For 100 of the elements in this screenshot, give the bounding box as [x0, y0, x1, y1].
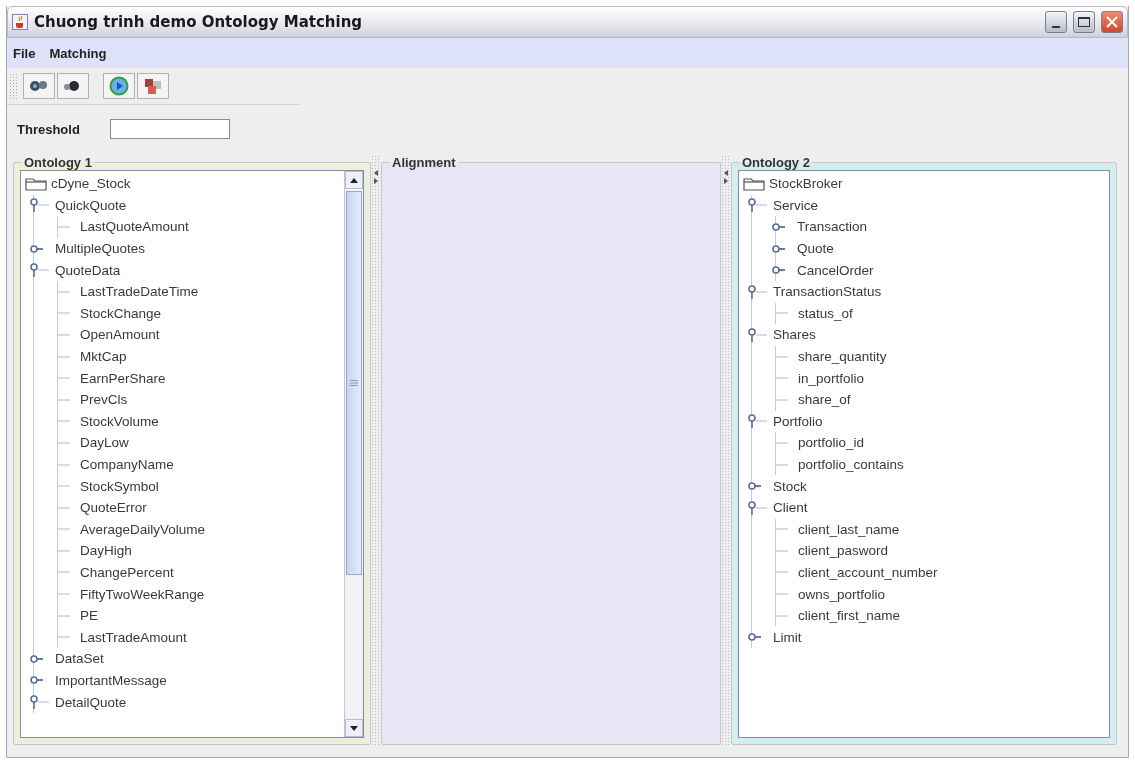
tree-item[interactable]: DayLow: [80, 435, 129, 451]
tree-connector-icon: [58, 333, 70, 336]
tree-item[interactable]: client_first_name: [798, 608, 901, 624]
up-arrow-icon: [350, 177, 358, 183]
tree-connector-icon: [58, 549, 70, 552]
expanded-handle-icon[interactable]: [747, 327, 769, 342]
tree-connector-icon: [58, 398, 70, 401]
tree-connector-icon: [58, 614, 70, 617]
tree-item[interactable]: share_of: [798, 392, 851, 408]
tree-item[interactable]: MultipleQuotes: [55, 241, 146, 257]
tree-item[interactable]: Shares: [773, 327, 816, 343]
tree-item[interactable]: Quote: [797, 241, 834, 257]
tree-item[interactable]: client_account_number: [798, 565, 938, 580]
toolbar-button[interactable]: [23, 73, 55, 99]
threshold-label: Threshold: [17, 121, 80, 137]
tree-item[interactable]: AverageDailyVolume: [80, 521, 206, 537]
tree-item[interactable]: DayHigh: [80, 543, 132, 559]
tree-item[interactable]: Service: [773, 197, 818, 213]
tree-connector-icon: [776, 593, 788, 596]
tree-item[interactable]: CompanyName: [80, 457, 174, 472]
tree-item[interactable]: ChangePercent: [80, 565, 174, 580]
folder-icon: [25, 176, 47, 191]
grip-icon: [350, 380, 358, 386]
expanded-handle-icon[interactable]: [29, 695, 51, 710]
tree-connector-icon: [58, 312, 70, 315]
toolbar-button[interactable]: [57, 73, 89, 99]
tree-item[interactable]: CancelOrder: [797, 262, 874, 278]
minimize-icon: [1052, 26, 1060, 28]
scroll-up-button[interactable]: [345, 171, 363, 189]
tree-item[interactable]: in_portfolio: [798, 370, 865, 386]
tree-item[interactable]: DataSet: [55, 651, 104, 667]
tree-connector-icon: [776, 377, 788, 380]
tree-item[interactable]: TransactionStatus: [773, 284, 882, 300]
tree-item[interactable]: StockSymbol: [80, 478, 159, 494]
tree-item[interactable]: QuoteData: [55, 262, 121, 278]
tree-connector-icon: [776, 398, 788, 401]
tree-item[interactable]: portfolio_contains: [798, 457, 904, 472]
run-button[interactable]: [103, 73, 135, 99]
tree-item[interactable]: StockBroker: [769, 176, 843, 192]
menu-item[interactable]: File: [13, 45, 36, 61]
tree-connector-icon: [58, 506, 70, 509]
close-button[interactable]: [1101, 11, 1123, 33]
toolbar-button[interactable]: [137, 73, 169, 99]
tree-connector-icon: [58, 441, 70, 444]
panel-title: Ontology 1: [23, 155, 93, 170]
tree-connector-icon: [776, 355, 788, 358]
tree-connector-icon: [58, 636, 70, 639]
down-arrow-icon: [350, 725, 358, 731]
tree-item[interactable]: FiftyTwoWeekRange: [80, 586, 205, 602]
tree-item[interactable]: OpenAmount: [80, 327, 160, 343]
maximize-button[interactable]: [1073, 11, 1095, 33]
tree-item[interactable]: share_quantity: [798, 349, 887, 365]
tree-item[interactable]: QuickQuote: [55, 197, 127, 213]
tree-item[interactable]: EarnPerShare: [80, 370, 166, 386]
panel-title: Alignment: [391, 155, 457, 170]
tree-item[interactable]: client_pasword: [798, 543, 889, 559]
tree-connector-icon: [776, 312, 788, 315]
tree-item[interactable]: owns_portfolio: [798, 586, 886, 602]
menu-item[interactable]: Matching: [49, 45, 107, 61]
scroll-down-button[interactable]: [345, 719, 363, 737]
expanded-handle-icon[interactable]: [29, 263, 51, 278]
tree-item[interactable]: Client: [773, 500, 808, 516]
expanded-handle-icon[interactable]: [747, 284, 769, 299]
tree-item[interactable]: Limit: [773, 629, 802, 645]
tree-item[interactable]: LastTradeAmount: [80, 629, 187, 645]
java-cup-icon: [12, 14, 28, 30]
expanded-handle-icon[interactable]: [29, 198, 51, 213]
window-title: Chuong trinh demo Ontology Matching: [34, 13, 364, 31]
tree-item[interactable]: LastQuoteAmount: [80, 219, 189, 235]
expanded-handle-icon[interactable]: [747, 414, 769, 429]
tree-item[interactable]: QuoteError: [80, 500, 147, 516]
tree-item[interactable]: DetailQuote: [55, 694, 127, 710]
tree-item[interactable]: Portfolio: [773, 413, 823, 429]
tree-connector-icon: [58, 571, 70, 574]
threshold-input[interactable]: [109, 119, 230, 139]
tree-item[interactable]: ImportantMessage: [55, 672, 167, 688]
expanded-handle-icon[interactable]: [747, 198, 769, 213]
tree-item[interactable]: Transaction: [797, 219, 868, 235]
tree-connector-icon: [776, 441, 788, 444]
tree-item[interactable]: client_last_name: [798, 521, 900, 537]
tree-item[interactable]: MktCap: [80, 349, 127, 365]
tree-connector-icon: [58, 420, 70, 423]
tree-item[interactable]: Stock: [773, 478, 807, 494]
play-icon: [109, 76, 129, 96]
tree-item[interactable]: status_of: [798, 305, 853, 321]
tree-item[interactable]: StockVolume: [80, 413, 159, 429]
tree-item[interactable]: portfolio_id: [798, 435, 865, 451]
tree-item[interactable]: LastTradeDateTime: [80, 284, 199, 300]
minimize-button[interactable]: [1045, 11, 1067, 33]
folder-icon: [743, 176, 765, 191]
expanded-handle-icon[interactable]: [747, 500, 769, 515]
tree-connector-icon: [58, 485, 70, 488]
tree-item[interactable]: cDyne_Stock: [51, 176, 131, 192]
tree-connector-icon: [58, 528, 70, 531]
tree-item[interactable]: PE: [80, 608, 98, 624]
split-arrows-icon[interactable]: [373, 169, 379, 185]
tree-connector-icon: [58, 226, 70, 228]
tree-item[interactable]: PrevCls: [80, 392, 128, 408]
tree-item[interactable]: StockChange: [80, 305, 162, 321]
split-arrows-icon[interactable]: [723, 169, 729, 185]
